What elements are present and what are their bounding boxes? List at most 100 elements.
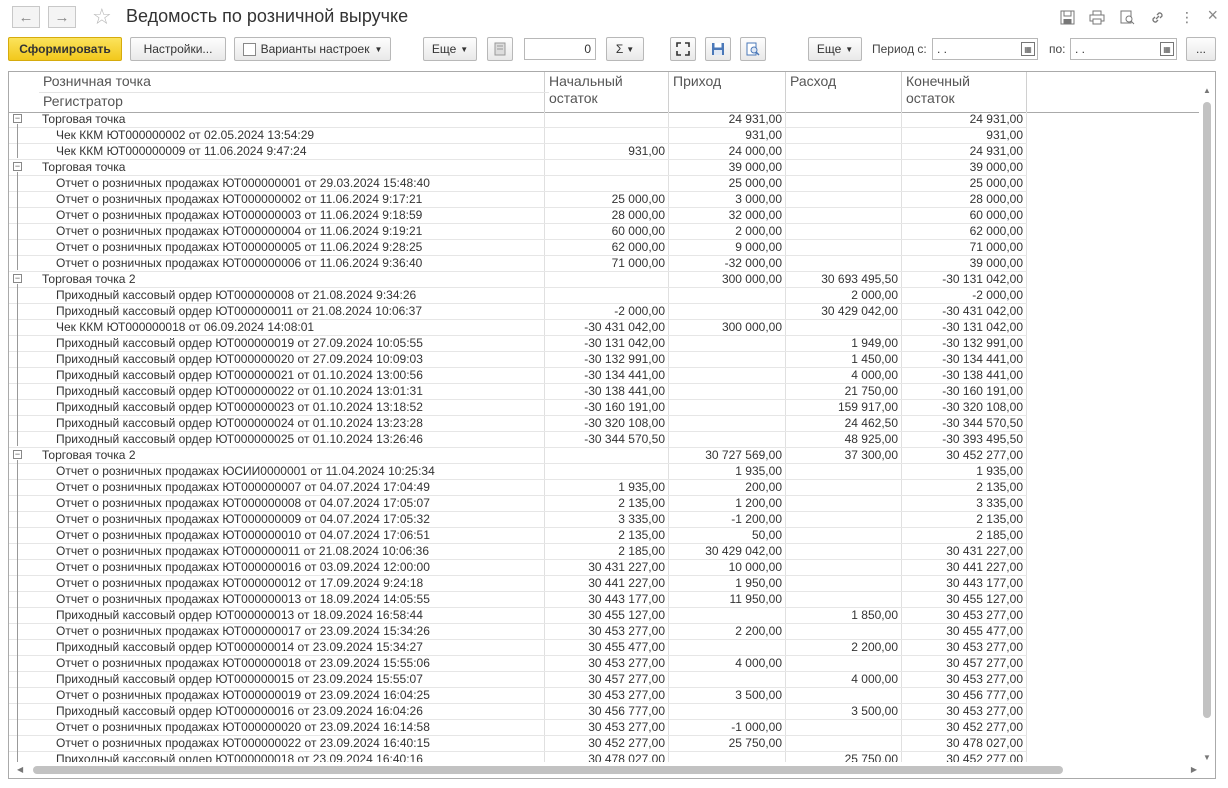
- vertical-scroll-thumb[interactable]: [1203, 102, 1211, 718]
- scroll-up-icon[interactable]: ▲: [1203, 86, 1211, 95]
- cell-expense: 37 300,00: [786, 448, 902, 463]
- header-closing[interactable]: Конечный остаток: [902, 72, 1027, 112]
- back-arrow-icon[interactable]: ←: [12, 6, 40, 28]
- collapse-toggle-icon[interactable]: −: [13, 274, 22, 283]
- cell-closing: 24 931,00: [902, 112, 1027, 127]
- group-icon[interactable]: [487, 37, 513, 61]
- counter-field[interactable]: 0: [524, 38, 596, 60]
- table-row[interactable]: Отчет о розничных продажах ЮТ000000006 о…: [9, 256, 1027, 272]
- cell-income: [669, 704, 786, 719]
- table-row[interactable]: Чек ККМ ЮТ000000018 от 06.09.2024 14:08:…: [9, 320, 1027, 336]
- cell-opening: [545, 448, 669, 463]
- print-preview-icon[interactable]: [740, 37, 766, 61]
- table-row[interactable]: Приходный кассовый ордер ЮТ000000025 от …: [9, 432, 1027, 448]
- preview-icon[interactable]: [1118, 8, 1136, 26]
- table-row[interactable]: Чек ККМ ЮТ000000009 от 11.06.2024 9:47:2…: [9, 144, 1027, 160]
- table-row[interactable]: Отчет о розничных продажах ЮТ000000009 о…: [9, 512, 1027, 528]
- table-row[interactable]: Отчет о розничных продажах ЮТ000000003 о…: [9, 208, 1027, 224]
- table-row[interactable]: Отчет о розничных продажах ЮТ000000001 о…: [9, 176, 1027, 192]
- group-row[interactable]: − Торговая точка 39 000,00 39 000,00: [9, 160, 1027, 176]
- cell-closing: 30 453 277,00: [902, 704, 1027, 719]
- variants-icon: [242, 42, 256, 56]
- cell-expense: [786, 576, 902, 591]
- link-icon[interactable]: [1148, 8, 1166, 26]
- cell-registrar: Приходный кассовый ордер ЮТ000000014 от …: [39, 640, 545, 655]
- header-expense[interactable]: Расход: [786, 72, 902, 112]
- scroll-right-icon[interactable]: ▶: [1191, 765, 1197, 774]
- collapse-toggle-icon[interactable]: −: [13, 114, 22, 123]
- horizontal-scrollbar[interactable]: ◀ ▶: [17, 764, 1199, 776]
- scroll-left-icon[interactable]: ◀: [17, 765, 23, 774]
- scroll-down-icon[interactable]: ▼: [1203, 753, 1211, 762]
- table-row[interactable]: Отчет о розничных продажах ЮТ000000011 о…: [9, 544, 1027, 560]
- cell-closing: -30 134 441,00: [902, 352, 1027, 367]
- group-row[interactable]: − Торговая точка 2 30 727 569,00 37 300,00 3…: [9, 448, 1027, 464]
- table-row[interactable]: Отчет о розничных продажах ЮТ000000004 о…: [9, 224, 1027, 240]
- period-to-field[interactable]: . . ▦: [1070, 38, 1177, 60]
- table-row[interactable]: Приходный кассовый ордер ЮТ000000021 от …: [9, 368, 1027, 384]
- generate-button[interactable]: Сформировать: [8, 37, 122, 61]
- horizontal-scroll-thumb[interactable]: [33, 766, 1063, 774]
- calendar-icon[interactable]: ▦: [1021, 42, 1035, 56]
- table-row[interactable]: Чек ККМ ЮТ000000002 от 02.05.2024 13:54:…: [9, 128, 1027, 144]
- cell-opening: 71 000,00: [545, 256, 669, 271]
- table-row[interactable]: Отчет о розничных продажах ЮТ000000002 о…: [9, 192, 1027, 208]
- title-actions: ⋮: [1058, 8, 1196, 26]
- variants-button[interactable]: Варианты настроек ▼: [234, 37, 391, 61]
- table-row[interactable]: Отчет о розничных продажах ЮТ000000020 о…: [9, 720, 1027, 736]
- table-row[interactable]: Приходный кассовый ордер ЮТ000000024 от …: [9, 416, 1027, 432]
- chevron-down-icon: ▼: [626, 44, 635, 54]
- period-select-button[interactable]: ...: [1186, 37, 1216, 61]
- table-row[interactable]: Приходный кассовый ордер ЮТ000000014 от …: [9, 640, 1027, 656]
- group-row[interactable]: − Торговая точка 2 300 000,00 30 693 495,50…: [9, 272, 1027, 288]
- table-row[interactable]: Приходный кассовый ордер ЮТ000000018 от …: [9, 752, 1027, 762]
- table-row[interactable]: Приходный кассовый ордер ЮТ000000023 от …: [9, 400, 1027, 416]
- period-from-field[interactable]: . . ▦: [932, 38, 1038, 60]
- header-income[interactable]: Приход: [669, 72, 786, 112]
- save-disk-icon[interactable]: [1058, 8, 1076, 26]
- fullscreen-icon[interactable]: [670, 37, 696, 61]
- table-row[interactable]: Отчет о розничных продажах ЮТ000000018 о…: [9, 656, 1027, 672]
- table-row[interactable]: Приходный кассовый ордер ЮТ000000019 от …: [9, 336, 1027, 352]
- table-row[interactable]: Приходный кассовый ордер ЮТ000000008 от …: [9, 288, 1027, 304]
- table-row[interactable]: Отчет о розничных продажах ЮТ000000007 о…: [9, 480, 1027, 496]
- table-row[interactable]: Приходный кассовый ордер ЮТ000000015 от …: [9, 672, 1027, 688]
- group-row[interactable]: − Торговая точка 24 931,00 24 931,00: [9, 112, 1027, 128]
- table-row[interactable]: Отчет о розничных продажах ЮТ000000016 о…: [9, 560, 1027, 576]
- collapse-toggle-icon[interactable]: −: [13, 450, 22, 459]
- forward-arrow-icon[interactable]: →: [48, 6, 76, 28]
- sum-button[interactable]: Σ ▼: [606, 37, 644, 61]
- cell-closing: 62 000,00: [902, 224, 1027, 239]
- table-row[interactable]: Отчет о розничных продажах ЮТ000000019 о…: [9, 688, 1027, 704]
- more-button-2[interactable]: Еще ▼: [808, 37, 862, 61]
- table-row[interactable]: Отчет о розничных продажах ЮТ000000010 о…: [9, 528, 1027, 544]
- table-row[interactable]: Приходный кассовый ордер ЮТ000000016 от …: [9, 704, 1027, 720]
- table-row[interactable]: Отчет о розничных продажах ЮТ000000013 о…: [9, 592, 1027, 608]
- cell-registrar: Приходный кассовый ордер ЮТ000000024 от …: [39, 416, 545, 431]
- table-row[interactable]: Приходный кассовый ордер ЮТ000000013 от …: [9, 608, 1027, 624]
- header-opening[interactable]: Начальный остаток: [545, 72, 669, 112]
- table-row[interactable]: Приходный кассовый ордер ЮТ000000022 от …: [9, 384, 1027, 400]
- table-row[interactable]: Приходный кассовый ордер ЮТ000000020 от …: [9, 352, 1027, 368]
- save-icon[interactable]: [705, 37, 731, 61]
- table-row[interactable]: Отчет о розничных продажах ЮТ000000022 о…: [9, 736, 1027, 752]
- cell-closing: -30 131 042,00: [902, 272, 1027, 287]
- collapse-toggle-icon[interactable]: −: [13, 162, 22, 171]
- print-icon[interactable]: [1088, 8, 1106, 26]
- favorite-star-icon[interactable]: ☆: [92, 4, 112, 30]
- calendar-icon[interactable]: ▦: [1160, 42, 1174, 56]
- settings-button[interactable]: Настройки...: [130, 37, 226, 61]
- cell-opening: [545, 288, 669, 303]
- table-row[interactable]: Отчет о розничных продажах ЮТ000000005 о…: [9, 240, 1027, 256]
- report-grid[interactable]: Розничная точка Регистратор Начальный ос…: [8, 71, 1216, 779]
- more-vertical-icon[interactable]: ⋮: [1178, 8, 1196, 26]
- table-row[interactable]: Приходный кассовый ордер ЮТ000000011 от …: [9, 304, 1027, 320]
- more-button-1[interactable]: Еще ▼: [423, 37, 477, 61]
- table-row[interactable]: Отчет о розничных продажах ЮТ000000008 о…: [9, 496, 1027, 512]
- vertical-scrollbar[interactable]: ▲ ▼: [1201, 86, 1213, 762]
- table-row[interactable]: Отчет о розничных продажах ЮСИИ0000001 о…: [9, 464, 1027, 480]
- table-row[interactable]: Отчет о розничных продажах ЮТ000000012 о…: [9, 576, 1027, 592]
- header-registrar[interactable]: Регистратор: [39, 92, 549, 109]
- close-icon[interactable]: ×: [1207, 5, 1218, 26]
- table-row[interactable]: Отчет о розничных продажах ЮТ000000017 о…: [9, 624, 1027, 640]
